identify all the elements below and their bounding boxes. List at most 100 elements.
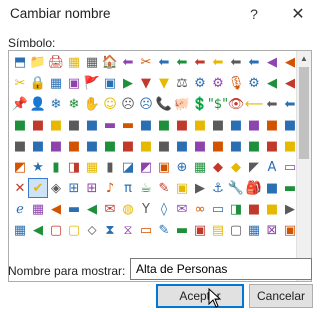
symbol-cell[interactable]: ■ <box>137 116 155 134</box>
symbol-cell[interactable]: ■ <box>263 116 281 134</box>
symbol-cell[interactable]: 🔒 <box>29 74 47 92</box>
symbol-cell[interactable]: ▢ <box>47 221 65 239</box>
symbol-cell[interactable]: ▣ <box>173 179 191 197</box>
symbol-cell[interactable]: ⬦ <box>83 221 101 239</box>
symbol-cell[interactable]: ▭ <box>281 158 297 176</box>
symbol-cell[interactable]: ▼ <box>137 74 155 92</box>
symbol-cell[interactable]: 🐖 <box>173 95 191 113</box>
symbol-cell[interactable]: ■ <box>245 137 263 155</box>
symbol-cell[interactable]: ■ <box>137 137 155 155</box>
symbol-cell[interactable]: 🖨 <box>47 53 65 71</box>
symbol-cell[interactable]: ■ <box>281 137 297 155</box>
symbol-cell[interactable]: ◩ <box>137 158 155 176</box>
symbol-cell[interactable]: ⚙ <box>245 74 263 92</box>
symbol-cell[interactable]: ▦ <box>83 158 101 176</box>
ok-button[interactable]: Aceptar <box>156 284 244 308</box>
symbol-cell[interactable] <box>101 242 119 260</box>
symbol-cell[interactable]: ▦ <box>11 221 29 239</box>
symbol-cell[interactable]: 🏠 <box>101 53 119 71</box>
symbol-cell[interactable]: ■ <box>11 116 29 134</box>
symbol-cell[interactable]: ▦ <box>83 53 101 71</box>
symbol-cell[interactable]: ◆ <box>209 158 227 176</box>
symbol-cell[interactable]: ⬅ <box>191 53 209 71</box>
symbol-cell[interactable]: ■ <box>281 116 297 134</box>
symbol-cell[interactable]: ▼ <box>155 74 173 92</box>
symbol-cell[interactable]: ⚙ <box>209 74 227 92</box>
symbol-cell[interactable]: ◆ <box>227 158 245 176</box>
symbol-cell[interactable]: ▤ <box>209 221 227 239</box>
symbol-cell[interactable]: ◀ <box>83 200 101 218</box>
symbol-cell[interactable]: ✉ <box>101 200 119 218</box>
symbol-cell[interactable]: 📌 <box>11 95 29 113</box>
symbol-cell[interactable]: 📁 <box>29 53 47 71</box>
symbol-cell[interactable]: ■ <box>227 137 245 155</box>
symbol-cell[interactable]: ■ <box>29 116 47 134</box>
symbol-cell[interactable]: ▣ <box>281 221 297 239</box>
symbol-cell[interactable]: ■ <box>263 200 281 218</box>
symbol-cell[interactable]: ◈ <box>47 179 65 197</box>
symbol-cell[interactable]: ◀ <box>281 74 297 92</box>
symbol-cell[interactable]: ■ <box>191 116 209 134</box>
symbol-cell[interactable]: ◤ <box>245 158 263 176</box>
symbol-cell[interactable]: A <box>263 158 281 176</box>
symbol-cell[interactable]: ☹ <box>137 95 155 113</box>
symbol-cell[interactable]: ■ <box>29 137 47 155</box>
symbol-cell[interactable]: ■ <box>119 137 137 155</box>
symbol-scrollbar[interactable]: ▲ ▼ <box>296 51 311 281</box>
symbol-cell[interactable]: Y <box>137 200 155 218</box>
symbol-cell[interactable]: ✂ <box>11 74 29 92</box>
symbol-cell[interactable]: ▬ <box>119 116 137 134</box>
symbol-cell[interactable]: ■ <box>173 137 191 155</box>
symbol-cell[interactable]: ▶ <box>281 200 297 218</box>
symbol-cell[interactable]: ✋ <box>83 95 101 113</box>
symbol-cell[interactable]: 🎙 <box>227 74 245 92</box>
symbol-cell[interactable]: ◀ <box>263 74 281 92</box>
symbol-cell[interactable]: ▮ <box>101 158 119 176</box>
symbol-cell[interactable]: ◩ <box>11 158 29 176</box>
symbol-cell[interactable] <box>65 242 83 260</box>
symbol-cell[interactable]: ☺ <box>101 95 119 113</box>
symbol-cell[interactable]: ⊞ <box>83 179 101 197</box>
symbol-cell[interactable]: ■ <box>101 137 119 155</box>
scroll-thumb[interactable] <box>299 67 309 159</box>
symbol-cell[interactable]: ◊ <box>155 200 173 218</box>
symbol-cell[interactable]: ■ <box>227 116 245 134</box>
symbol-cell[interactable]: ▢ <box>227 221 245 239</box>
symbol-cell[interactable]: "$" <box>208 95 228 113</box>
symbol-cell[interactable]: ■ <box>245 116 263 134</box>
symbol-cell[interactable]: ℯ <box>11 200 29 218</box>
symbol-cell[interactable]: ▬ <box>281 179 297 197</box>
symbol-cell[interactable]: ◪ <box>119 158 137 176</box>
symbol-cell[interactable]: ⚙ <box>191 74 209 92</box>
symbol-cell[interactable] <box>47 242 65 260</box>
symbol-cell[interactable]: 💲 <box>191 95 209 113</box>
symbol-cell[interactable]: ■ <box>47 116 65 134</box>
symbol-cell[interactable]: ◀ <box>263 53 281 71</box>
symbol-cell[interactable]: 🚩 <box>83 74 101 92</box>
symbol-cell[interactable]: ✕ <box>11 179 29 197</box>
symbol-cell[interactable]: ⧖ <box>119 221 137 239</box>
symbol-cell[interactable]: ▣ <box>191 221 209 239</box>
symbol-cell[interactable]: ⬅ <box>263 95 281 113</box>
symbol-cell[interactable]: ▶ <box>191 179 209 197</box>
symbol-cell[interactable]: ⬅ <box>173 53 191 71</box>
symbol-cell[interactable]: ■ <box>83 137 101 155</box>
cancel-button[interactable]: Cancelar <box>249 284 313 308</box>
symbol-cell[interactable]: ■ <box>245 200 263 218</box>
symbol-cell[interactable]: ✎ <box>155 221 173 239</box>
symbol-cell[interactable]: ■ <box>209 137 227 155</box>
scroll-up-arrow-icon[interactable]: ▲ <box>297 51 311 65</box>
symbol-cell[interactable]: ▭ <box>137 221 155 239</box>
symbol-cell[interactable]: ▦ <box>65 53 83 71</box>
symbol-cell[interactable]: 🎒 <box>245 179 263 197</box>
symbol-cell[interactable]: ▬ <box>101 116 119 134</box>
symbol-cell[interactable]: ■ <box>263 137 281 155</box>
symbol-cell[interactable]: ◍ <box>119 200 137 218</box>
symbol-cell[interactable]: 👁 <box>227 95 245 113</box>
symbol-cell[interactable]: ✂ <box>137 53 155 71</box>
symbol-cell[interactable]: ⬅ <box>245 53 263 71</box>
symbol-cell[interactable]: ⬅ <box>227 53 245 71</box>
symbol-cell[interactable] <box>83 242 101 260</box>
symbol-cell[interactable]: π <box>119 179 137 197</box>
symbol-cell[interactable]: ⟵ <box>245 95 264 113</box>
